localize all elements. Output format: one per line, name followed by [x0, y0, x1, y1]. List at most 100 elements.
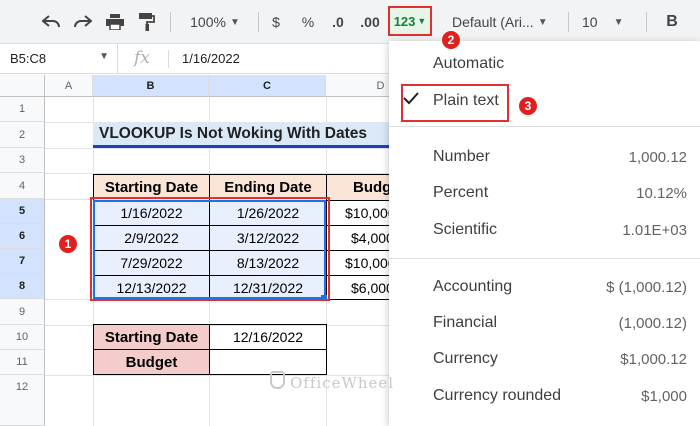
menu-item-financial[interactable]: Financial (1,000.12) [389, 305, 700, 341]
fx-icon: fx [134, 48, 150, 68]
print-icon [106, 14, 124, 30]
lookup-label-cell[interactable]: Starting Date [93, 324, 210, 350]
menu-item-percent[interactable]: Percent 10.12% [389, 175, 700, 211]
sheet-title: VLOOKUP Is Not Woking With Dates [99, 124, 367, 142]
more-formats-button[interactable]: 123 ▼ [388, 6, 432, 36]
row-header-7[interactable]: 7 [0, 249, 45, 274]
format-percent-button[interactable]: % [296, 9, 320, 35]
paint-format-button[interactable] [132, 9, 162, 35]
toolbar: 100% ▼ $ % .0 .00 123 ▼ Default (Ari... … [0, 0, 700, 44]
menu-item-accounting[interactable]: Accounting $ (1,000.12) [389, 269, 700, 305]
row-header-9[interactable]: 9 [0, 299, 45, 325]
cell-b6[interactable]: 2/9/2022 [93, 225, 210, 251]
header-ending-date[interactable]: Ending Date [209, 174, 327, 201]
cell-c8[interactable]: 12/31/2022 [209, 275, 327, 300]
cell-b7[interactable]: 7/29/2022 [93, 250, 210, 276]
font-size-value: 10 [582, 14, 598, 30]
menu-item-label: Automatic [433, 55, 505, 72]
cell-c7[interactable]: 8/13/2022 [209, 250, 327, 276]
row-header-8[interactable]: 8 [0, 274, 45, 299]
menu-item-label: Currency rounded [433, 387, 562, 404]
menu-separator [389, 258, 700, 259]
formula-separator [168, 50, 169, 68]
name-box-value: B5:C8 [10, 51, 47, 66]
redo-icon [74, 15, 92, 28]
font-size-select[interactable]: 10 ▼ [582, 9, 632, 35]
gridline [45, 148, 389, 149]
row-header-6[interactable]: 6 [0, 224, 45, 249]
percent-label: % [301, 14, 315, 30]
sheet-title-cell[interactable]: VLOOKUP Is Not Woking With Dates [93, 122, 389, 148]
undo-button[interactable] [36, 9, 66, 35]
format-currency-button[interactable]: $ [264, 9, 288, 35]
menu-item-label: Plain text [433, 92, 499, 109]
menu-item-example: 1,000.12 [628, 148, 687, 166]
menu-item-automatic[interactable]: Automatic [389, 46, 700, 82]
column-header-c[interactable]: C [209, 75, 326, 97]
decrease-decimal-label: .0 [332, 14, 344, 30]
toolbar-separator [568, 12, 569, 32]
menu-item-example: 10.12% [636, 184, 687, 202]
row-header-10[interactable]: 10 [0, 325, 45, 350]
budget-value-cell[interactable] [209, 349, 327, 375]
print-button[interactable] [100, 9, 130, 35]
chevron-down-icon: ▼ [229, 16, 240, 28]
row-header-4[interactable]: 4 [0, 173, 45, 199]
undo-icon [42, 15, 60, 28]
font-family-select[interactable]: Default (Ari... ▼ [452, 9, 560, 35]
zoom-select[interactable]: 100% ▼ [180, 9, 250, 35]
row-header-12[interactable]: 12 [0, 375, 45, 426]
watermark: OfficeWheel [290, 374, 395, 392]
redo-button[interactable] [68, 9, 98, 35]
menu-item-plain-text[interactable]: Plain text [389, 83, 700, 119]
more-formats-label: 123 [393, 13, 416, 29]
cell-c5[interactable]: 1/26/2022 [209, 200, 327, 226]
column-header-a[interactable]: A [45, 75, 93, 97]
menu-item-example: $1,000 [641, 387, 687, 405]
annotation-badge-3: 3 [518, 96, 538, 116]
zoom-value: 100% [190, 14, 226, 30]
chevron-down-icon: ▼ [613, 16, 624, 28]
row-header-11[interactable]: 11 [0, 350, 45, 375]
cell-c6[interactable]: 3/12/2022 [209, 225, 327, 251]
select-all-corner[interactable] [0, 75, 45, 97]
decrease-decimal-button[interactable]: .0 [326, 9, 350, 35]
menu-item-currency[interactable]: Currency $1,000.12 [389, 341, 700, 377]
toolbar-separator [170, 12, 171, 32]
name-box[interactable]: B5:C8 ▼ [0, 44, 118, 74]
menu-item-example: 1.01E+03 [622, 221, 687, 239]
menu-item-label: Number [433, 148, 490, 165]
row-header-5[interactable]: 5 [0, 199, 45, 224]
row-header-3[interactable]: 3 [0, 148, 45, 173]
cell-b5[interactable]: 1/16/2022 [93, 200, 210, 226]
paint-format-icon [139, 13, 155, 31]
column-header-b[interactable]: B [93, 75, 209, 97]
increase-decimal-button[interactable]: .00 [356, 9, 384, 35]
header-starting-date[interactable]: Starting Date [93, 174, 210, 201]
formula-input[interactable]: 1/16/2022 [182, 51, 240, 66]
currency-label: $ [272, 14, 280, 30]
menu-item-example: $ (1,000.12) [606, 278, 687, 296]
budget-label-cell[interactable]: Budget [93, 349, 210, 375]
chevron-down-icon: ▼ [537, 16, 548, 28]
fill-handle[interactable] [321, 295, 327, 301]
menu-item-example: (1,000.12) [618, 314, 687, 332]
menu-item-scientific[interactable]: Scientific 1.01E+03 [389, 212, 700, 248]
bold-label: B [666, 13, 678, 30]
toolbar-separator [646, 12, 647, 32]
lookup-value-cell[interactable]: 12/16/2022 [209, 324, 327, 350]
menu-item-example: $1,000.12 [620, 350, 687, 368]
row-header-2[interactable]: 2 [0, 122, 45, 148]
row-header-1[interactable]: 1 [0, 97, 45, 122]
menu-item-currency-rounded[interactable]: Currency rounded $1,000 [389, 378, 700, 414]
cell-b8[interactable]: 12/13/2022 [93, 275, 210, 300]
menu-item-number[interactable]: Number 1,000.12 [389, 139, 700, 175]
menu-item-label: Financial [433, 314, 498, 331]
menu-separator [389, 126, 700, 127]
bold-button[interactable]: B [660, 9, 684, 35]
menu-item-label: Percent [433, 184, 489, 201]
annotation-badge-1: 1 [58, 234, 78, 254]
annotation-badge-2: 2 [441, 30, 461, 50]
menu-item-label: Accounting [433, 278, 513, 295]
increase-decimal-label: .00 [360, 14, 380, 30]
